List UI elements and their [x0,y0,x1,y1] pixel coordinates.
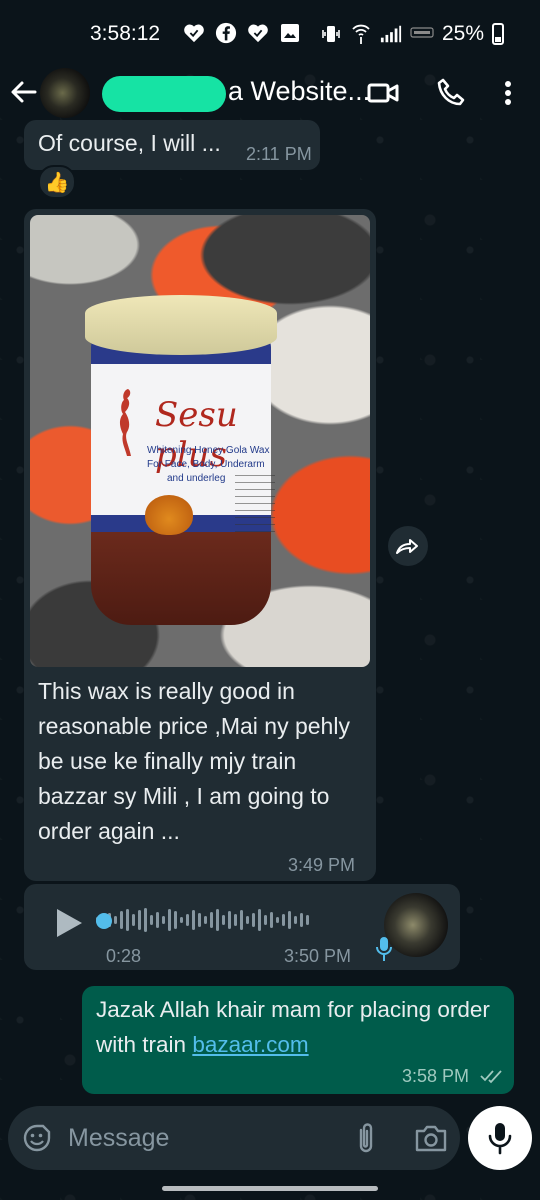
waveform-bar [114,916,117,924]
signal-icon [380,23,402,45]
volte-icon [410,23,434,45]
battery-percent: 25% [441,22,484,45]
contact-avatar[interactable] [40,68,90,118]
waveform-bar [300,913,303,927]
waveform-bar [234,914,237,926]
wax-jar-image: Sesu plus Whitening Honey Gola Wax For F… [85,295,277,625]
waveform-bar [246,916,249,924]
home-indicator[interactable] [162,1186,378,1191]
contact-name[interactable]: a Website... [228,76,370,107]
label-bullet-list [235,475,275,535]
waveform-bar [240,910,243,930]
message-time: 3:58 PM [402,1066,470,1086]
forward-button[interactable] [388,526,428,566]
waveform-bar [204,916,207,924]
product-label-line: For Face, Body, Underarm [147,459,265,470]
image-icon [279,22,301,44]
double-check-icon [480,1070,502,1084]
heart-icon [247,22,269,44]
product-label-line: Whitening Honey Gola Wax [147,445,270,456]
waveform-bar [138,910,141,930]
waveform-bar [186,914,189,926]
emoji-icon[interactable] [22,1123,52,1153]
voice-waveform[interactable] [96,905,356,935]
message-time: 2:11 PM [246,144,312,164]
message-text: This wax is really good in reasonable pr… [38,678,350,844]
playback-scrubber[interactable] [96,913,112,929]
heart-icon [183,22,205,44]
camera-icon[interactable] [414,1123,448,1153]
facebook-icon [215,22,237,44]
waveform-bar [294,916,297,924]
message-bubble-outgoing[interactable]: Jazak Allah khair mam for placing order … [82,986,514,1094]
mic-icon [488,1123,512,1155]
battery-icon [492,23,504,45]
waveform-bar [252,913,255,927]
chat-header: a Website... [0,62,540,122]
vibrate-icon [320,23,342,45]
message-text: Of course, I will ... [38,130,221,156]
waveform-bar [144,908,147,932]
phone-icon[interactable] [434,76,468,110]
waveform-bar [162,916,165,924]
message-link[interactable]: bazaar.com [192,1032,308,1057]
message-text: Jazak Allah khair mam for placing order … [96,992,496,1062]
notification-icons [183,22,301,44]
sender-avatar [384,893,448,957]
waveform-bar [180,917,183,923]
forward-icon [396,539,418,554]
message-bubble-incoming[interactable]: Of course, I will ... 2:11 PM [24,120,320,170]
waveform-bar [156,912,159,928]
waveform-bar [192,910,195,930]
message-time: 3:50 PM [284,946,352,966]
waveform-bar [150,915,153,925]
voice-duration: 0:28 [106,946,142,966]
system-indicators: 25% [320,22,504,46]
voice-record-button[interactable] [468,1106,532,1170]
waveform-bar [264,915,267,925]
waveform-bar [222,915,225,925]
message-input[interactable] [68,1120,318,1156]
waveform-bar [258,909,261,931]
mic-icon [376,935,392,963]
more-vert-icon[interactable] [494,76,522,110]
product-label-line: and underleg [167,473,226,484]
waveform-bar [210,912,213,928]
redacted-contact-name [102,76,226,112]
waveform-bar [228,911,231,929]
product-photo[interactable]: Sesu plus Whitening Honey Gola Wax For F… [30,215,370,667]
video-call-icon[interactable] [366,76,400,110]
thumbs-up-reaction[interactable]: 👍 [38,165,76,199]
play-icon[interactable] [54,907,84,939]
waveform-bar [270,912,273,928]
waveform-bar [306,915,309,925]
wifi-icon [350,23,372,45]
status-bar: 3:58:12 25% [0,0,540,68]
status-time: 3:58:12 [90,22,161,45]
chat-screen: 3:58:12 25% a Website... Of course, I wi… [0,0,540,1200]
waveform-bar [174,911,177,929]
waveform-bar [132,914,135,926]
waveform-bar [276,917,279,923]
back-arrow-icon[interactable] [8,76,40,108]
waveform-bar [198,913,201,927]
waveform-bar [168,909,171,931]
message-time: 3:49 PM [288,855,356,875]
waveform-bar [282,914,285,926]
attach-icon[interactable] [352,1120,380,1156]
waveform-bar [126,909,129,931]
waveform-bar [216,909,219,931]
silhouette-logo-icon [119,389,131,456]
jar-lid [85,295,277,355]
honey-pot-icon [145,495,193,535]
waveform-bar [288,911,291,929]
waveform-bar [120,911,123,929]
